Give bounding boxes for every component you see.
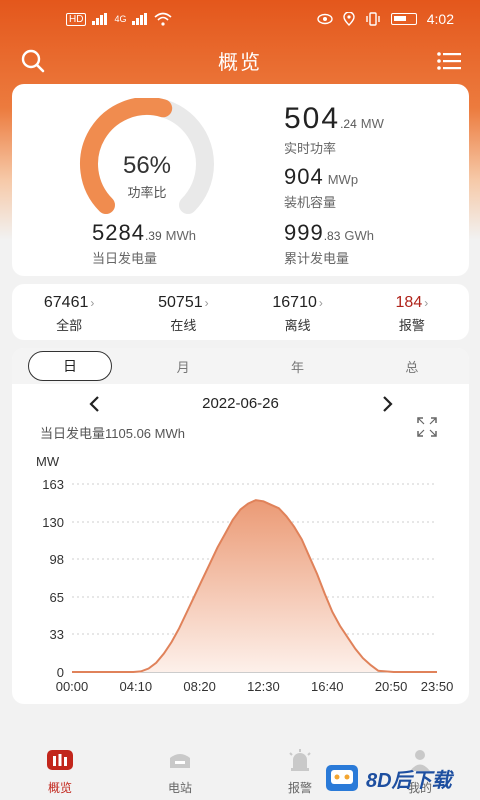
installed-capacity-label: 装机容量 xyxy=(284,195,337,210)
count-offline[interactable]: 16710 › 离线 xyxy=(241,284,355,340)
x-tick-label: 08:20 xyxy=(183,679,216,694)
total-generation-value: 999 xyxy=(284,220,324,245)
y-tick-label: 65 xyxy=(50,590,64,605)
download-site-watermark: 8D后下载 xyxy=(324,760,474,796)
overview-bars-icon xyxy=(47,750,73,770)
station-icon xyxy=(170,754,190,768)
signal-icon xyxy=(92,13,108,25)
y-tick-label: 0 xyxy=(57,665,64,680)
count-all-value: 67461 xyxy=(43,294,89,311)
station-counts-card: 67461 › 全部 50751 › 在线 16710 › 离线 184 › 报警 xyxy=(12,284,469,340)
tab-month[interactable]: 月 xyxy=(126,357,240,376)
installed-capacity-value: 904 xyxy=(284,164,324,189)
total-generation-decimal: .83 xyxy=(323,229,341,243)
chevron-right-icon: › xyxy=(318,296,323,310)
installed-capacity-metric: 904 MWp 装机容量 xyxy=(284,164,358,211)
x-tick-label: 12:30 xyxy=(247,679,280,694)
x-tick-label: 04:10 xyxy=(120,679,153,694)
y-tick-label: 33 xyxy=(50,627,64,642)
count-online-label: 在线 xyxy=(170,318,197,333)
realtime-power-label: 实时功率 xyxy=(284,141,337,156)
count-all-label: 全部 xyxy=(56,318,83,333)
status-indicators: HD 4G xyxy=(66,12,172,26)
realtime-power-metric: 504.24 MW 实时功率 xyxy=(284,102,384,157)
x-tick-label: 16:40 xyxy=(311,679,344,694)
y-tick-label: 98 xyxy=(50,552,64,567)
count-online[interactable]: 50751 › 在线 xyxy=(126,284,240,340)
tabbar-overview-label: 概览 xyxy=(47,781,72,795)
location-icon xyxy=(343,12,355,26)
status-right: 4:02 xyxy=(317,11,454,27)
tab-day[interactable]: 日 xyxy=(28,351,112,381)
count-online-value: 50751 xyxy=(158,294,203,311)
selected-date: 2022-06-26 xyxy=(202,395,279,412)
chart-daily-generation: 当日发电量1105.06 MWh xyxy=(40,426,185,441)
daily-generation-unit: MWh xyxy=(165,228,196,243)
date-navigator: 2022-06-26 xyxy=(12,392,469,416)
watermark-text: 8D后下载 xyxy=(366,769,452,792)
power-curve-chart: MW 0 33 65 98 130 163 00:00 04:10 08:20 12:30 16:40… xyxy=(36,454,454,694)
installed-capacity-unit: MWp xyxy=(327,172,359,187)
daily-generation-value: 5284 xyxy=(92,220,145,245)
realtime-power-unit: MW xyxy=(360,116,384,131)
tab-year[interactable]: 年 xyxy=(240,357,354,376)
count-offline-value: 16710 xyxy=(272,294,317,311)
status-time: 4:02 xyxy=(426,11,454,27)
daily-generation-metric: 5284.39 MWh 当日发电量 xyxy=(92,220,196,267)
power-ratio-gauge: 56% 功率比 xyxy=(62,97,232,218)
chevron-right-icon: › xyxy=(204,296,209,310)
app-header: 概览 xyxy=(0,40,480,80)
status-bar: HD 4G 4:02 xyxy=(0,0,480,40)
tabbar-station[interactable]: 电站 xyxy=(120,740,240,800)
count-alarm-label: 报警 xyxy=(398,318,425,333)
menu-list-icon[interactable] xyxy=(436,50,462,72)
count-offline-label: 离线 xyxy=(284,318,311,333)
count-alarm[interactable]: 184 › 报警 xyxy=(355,284,469,340)
total-generation-unit: GWh xyxy=(344,228,375,243)
daily-generation-decimal: .39 xyxy=(144,229,162,243)
y-tick-label: 130 xyxy=(42,515,64,530)
y-axis-unit-label: MW xyxy=(36,454,60,469)
power-ratio-label: 功率比 xyxy=(127,185,167,200)
tabbar-overview[interactable]: 概览 xyxy=(0,740,120,800)
robot-logo-icon xyxy=(326,765,358,791)
y-tick-label: 163 xyxy=(42,477,64,492)
x-tick-label: 00:00 xyxy=(56,679,89,694)
chevron-right-icon: › xyxy=(90,296,95,310)
battery-icon xyxy=(390,13,417,25)
eye-icon xyxy=(317,13,333,25)
vibrate-icon xyxy=(366,12,380,26)
total-generation-metric: 999.83 GWh 累计发电量 xyxy=(284,220,374,267)
daily-generation-label: 当日发电量 xyxy=(92,251,158,266)
tab-total[interactable]: 总 xyxy=(355,357,469,376)
realtime-power-value: 504 xyxy=(284,102,341,135)
realtime-power-decimal: .24 xyxy=(340,117,357,131)
summary-card: 56% 功率比 504.24 MW 实时功率 904 MWp 装机容量 5284.3… xyxy=(12,84,469,276)
x-tick-label: 20:50 xyxy=(375,679,408,694)
chevron-right-icon: › xyxy=(424,296,429,310)
count-all[interactable]: 67461 › 全部 xyxy=(12,284,126,340)
total-generation-label: 累计发电量 xyxy=(284,251,350,266)
generation-chart-card: 日 月 年 总 2022-06-26 当日发电量1105.06 MWh MW 0 3… xyxy=(12,348,469,704)
power-area xyxy=(72,500,437,672)
period-tabs: 日 月 年 总 xyxy=(12,348,469,384)
count-alarm-value: 184 xyxy=(395,294,423,311)
hd-indicator: HD xyxy=(66,12,87,26)
tabbar-station-label: 电站 xyxy=(167,781,192,795)
network-type: 4G xyxy=(114,14,127,24)
power-ratio-value: 56% xyxy=(122,152,172,179)
signal-icon-2 xyxy=(132,13,148,25)
alarm-icon xyxy=(289,749,311,771)
chevron-right-icon[interactable] xyxy=(378,394,396,414)
x-tick-label: 23:50 xyxy=(421,679,454,694)
fullscreen-expand-icon[interactable] xyxy=(416,416,438,438)
page-title: 概览 xyxy=(218,52,262,74)
wifi-icon xyxy=(154,12,172,26)
